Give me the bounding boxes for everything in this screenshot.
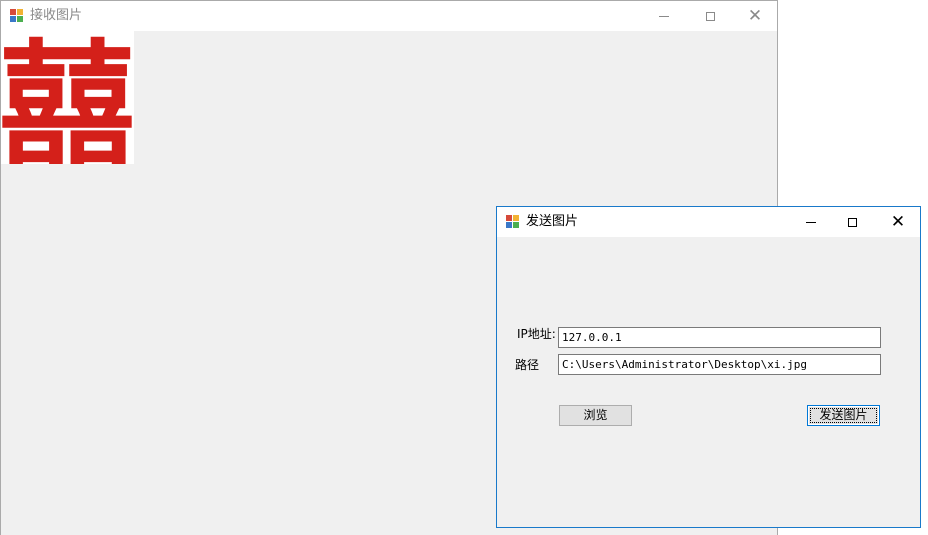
path-input[interactable] [558, 354, 881, 375]
maximize-button[interactable] [687, 1, 733, 31]
path-label: 路径 [515, 358, 540, 372]
close-button[interactable]: ✕ [732, 1, 778, 31]
maximize-icon [847, 217, 857, 227]
minimize-icon [806, 221, 816, 223]
window-title: 接收图片 [30, 8, 83, 23]
double-happiness-image: 囍 [1, 31, 134, 164]
minimize-button[interactable] [788, 207, 834, 237]
received-picture: 囍 [1, 31, 134, 164]
app-icon [506, 215, 520, 229]
minimize-icon [659, 15, 669, 17]
send-image-button[interactable]: 发送图片 [807, 405, 880, 426]
ip-label: IP地址: [517, 327, 556, 341]
maximize-button[interactable] [829, 207, 875, 237]
maximize-icon [705, 11, 715, 21]
window-title: 发送图片 [526, 214, 579, 229]
send-image-window: 发送图片 ✕ IP地址: 路径 浏览 发送图片 [496, 206, 921, 528]
send-window-titlebar[interactable]: 发送图片 ✕ [497, 207, 920, 237]
ip-address-input[interactable] [558, 327, 881, 348]
image-glyph: 囍 [1, 31, 134, 164]
close-icon: ✕ [890, 211, 906, 232]
close-icon: ✕ [747, 5, 763, 26]
browse-button[interactable]: 浏览 [559, 405, 632, 426]
close-button[interactable]: ✕ [875, 207, 921, 237]
minimize-button[interactable] [641, 1, 687, 31]
receive-window-titlebar[interactable]: 接收图片 ✕ [1, 1, 777, 31]
app-icon [10, 9, 24, 23]
